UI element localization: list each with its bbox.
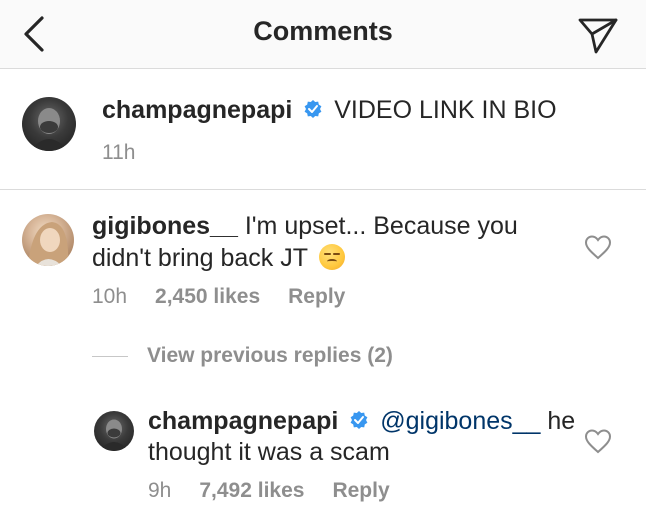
comment-text-cont: didn't bring back JT [92,244,308,272]
avatar[interactable] [22,97,76,151]
paper-plane-icon [578,18,618,54]
view-replies-label: View previous replies (2) [147,344,393,367]
comment-text: I'm upset... Because you [244,212,518,240]
comment-meta: 10h 2,450 likes Reply [92,285,373,309]
share-button[interactable] [576,12,620,56]
avatar[interactable] [22,214,74,266]
verified-badge-icon [350,411,368,430]
reply-timestamp: 9h [148,479,172,502]
page-title: Comments [253,16,393,46]
heart-icon [584,235,612,260]
comment-timestamp: 10h [92,285,128,308]
reply-text-line-2: thought it was a scam [148,437,390,467]
comment-text-line-1: gigibones__ I'm upset... Because you [92,211,518,241]
mention-link[interactable]: @gigibones__ [380,407,540,435]
caption-username[interactable]: champagnepapi [102,96,292,124]
reply-text-line-1: champagnepapi @gigibones__ he [148,406,575,436]
reply-button[interactable]: Reply [288,285,345,308]
like-comment-button[interactable] [584,234,612,260]
caption-text: VIDEO LINK IN BIO [334,96,557,124]
comment-likes[interactable]: 2,450 likes [155,285,260,308]
comments-header: Comments [0,0,646,69]
reply-likes[interactable]: 7,492 likes [199,479,304,502]
caption-text-line: champagnepapi VIDEO LINK IN BIO [102,95,557,125]
caption-timestamp: 11h [102,141,136,164]
reply-username[interactable]: champagnepapi [148,407,338,435]
reply-text: he [547,407,576,435]
profile-photo [30,108,68,151]
comment-text-line-2: didn't bring back JT [92,243,345,273]
reply-meta: 9h 7,492 likes Reply [148,479,418,503]
unamused-face-emoji-icon [318,244,345,271]
post-caption: champagnepapi VIDEO LINK IN BIO 11h [0,69,646,190]
reply-button[interactable]: Reply [332,479,389,502]
like-reply-button[interactable] [584,428,612,454]
verified-badge-icon [304,100,322,119]
divider-line [92,356,128,357]
heart-icon [584,429,612,454]
profile-photo [28,222,69,266]
comment-username[interactable]: gigibones__ [92,212,238,240]
profile-photo [99,419,129,451]
caption-meta: 11h [102,141,163,165]
avatar[interactable] [94,411,134,451]
reply-text-cont: thought it was a scam [148,438,390,466]
